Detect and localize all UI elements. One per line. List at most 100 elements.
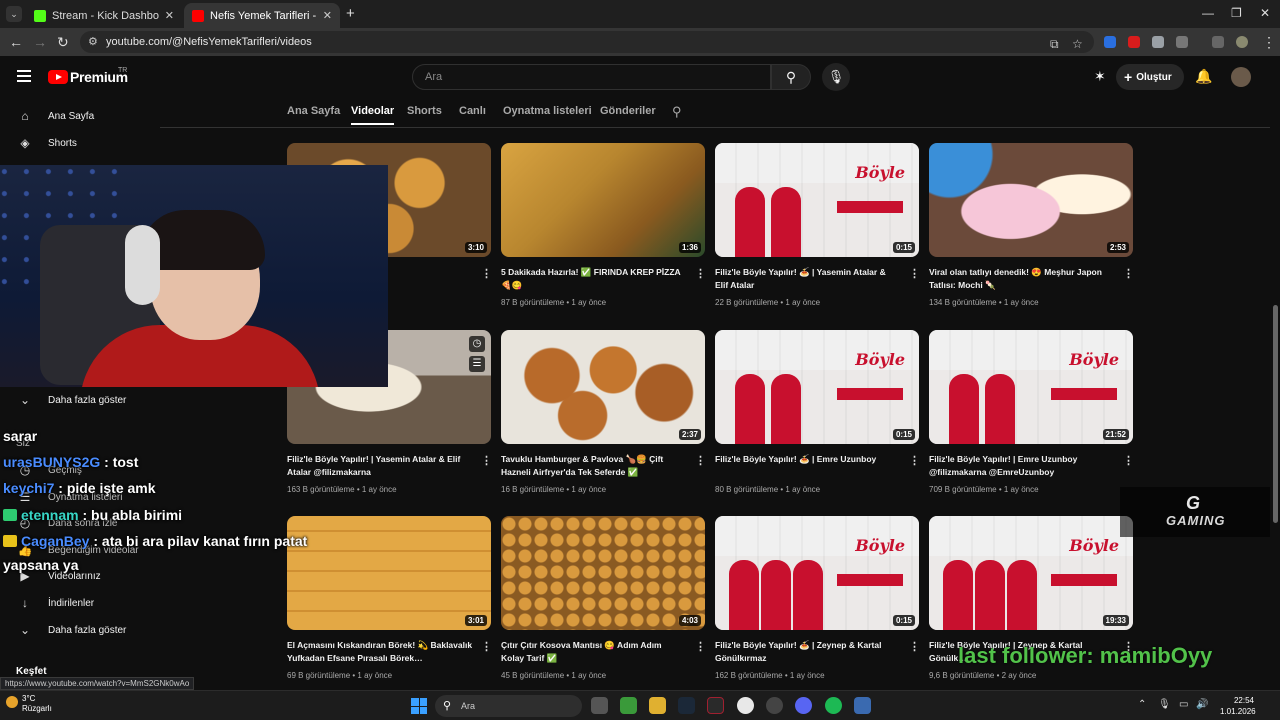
- task-view-icon[interactable]: [591, 697, 608, 714]
- restore-icon[interactable]: ❐: [1231, 6, 1242, 20]
- cast-icon[interactable]: ⧉: [1050, 37, 1059, 52]
- extension-icon[interactable]: [1104, 36, 1116, 48]
- youtube-header: Premium TR Ara ⚲ 🎙 ✶ + Oluştur 🔔: [0, 56, 1270, 100]
- more-options-icon[interactable]: ⋮: [909, 454, 920, 467]
- video-title[interactable]: Viral olan tatlıyı denedik! 😍 Meşhur Jap…: [929, 266, 1115, 292]
- create-sparkle-icon[interactable]: ✶: [1094, 68, 1106, 85]
- more-options-icon[interactable]: ⋮: [481, 267, 492, 280]
- close-tab-icon[interactable]: ✕: [323, 9, 332, 22]
- microphone-icon[interactable]: 🎙: [822, 63, 850, 91]
- more-options-icon[interactable]: ⋮: [909, 640, 920, 653]
- weather-widget[interactable]: 3°C Rüzgarlı: [6, 694, 52, 714]
- more-options-icon[interactable]: ⋮: [695, 267, 706, 280]
- tab-playlists[interactable]: Oynatma listeleri: [503, 105, 592, 117]
- create-button[interactable]: + Oluştur: [1116, 64, 1184, 90]
- sidebar-item-shorts[interactable]: ◈ Shorts: [0, 130, 155, 156]
- menu-icon[interactable]: [17, 70, 31, 82]
- video-thumbnail[interactable]: Böyle 0:15: [715, 516, 919, 630]
- app-icon[interactable]: [854, 697, 871, 714]
- video-title[interactable]: El Açmasını Kıskandıran Börek! 💫 Baklava…: [287, 639, 473, 665]
- video-title[interactable]: Çıtır Çıtır Kosova Mantısı 😋 Adım Adım K…: [501, 639, 687, 665]
- extensions-puzzle-icon[interactable]: [1176, 36, 1188, 48]
- discord-app-icon[interactable]: [795, 697, 812, 714]
- site-info-icon[interactable]: ⚙: [88, 35, 98, 48]
- plus-icon: +: [1124, 69, 1133, 85]
- minimize-icon[interactable]: —: [1202, 6, 1214, 20]
- spotify-app-icon[interactable]: [825, 697, 842, 714]
- profile-icon[interactable]: [1236, 36, 1248, 48]
- youtube-logo-icon[interactable]: [48, 70, 68, 84]
- video-title[interactable]: 5 Dakikada Hazırla! ✅ FIRINDA KREP PİZZA…: [501, 266, 687, 292]
- video-thumbnail[interactable]: Böyle 0:15: [715, 330, 919, 444]
- file-explorer-icon[interactable]: [649, 697, 666, 714]
- xbox-app-icon[interactable]: [620, 697, 637, 714]
- video-thumbnail[interactable]: 3:01: [287, 516, 491, 630]
- chrome-app-icon[interactable]: [737, 697, 754, 714]
- tab-posts[interactable]: Gönderiler: [600, 105, 656, 117]
- video-title[interactable]: Filiz'le Böyle Yapılır! | Yasemin Atalar…: [287, 453, 473, 479]
- browser-tab-youtube[interactable]: Nefis Yemek Tarifleri - YouTube ✕: [184, 3, 340, 28]
- video-thumbnail[interactable]: 4:03: [501, 516, 705, 630]
- video-title[interactable]: Filiz'le Böyle Yapılır! 🍝 | Zeynep & Kar…: [715, 639, 901, 665]
- windows-start-icon[interactable]: [411, 698, 427, 714]
- tab-videos[interactable]: Videolar: [351, 105, 395, 125]
- bookmark-star-icon[interactable]: ☆: [1072, 37, 1083, 51]
- video-title[interactable]: Filiz'le Böyle Yapılır! 🍝 | Yasemin Atal…: [715, 266, 901, 292]
- extension-icon[interactable]: [1128, 36, 1140, 48]
- tab-home[interactable]: Ana Sayfa: [287, 105, 340, 117]
- video-thumbnail[interactable]: 1:36: [501, 143, 705, 257]
- reading-list-icon[interactable]: [1212, 36, 1224, 48]
- chat-badge-icon: [3, 535, 17, 547]
- app-icon[interactable]: [766, 697, 783, 714]
- browser-tab-kick[interactable]: Stream - Kick Dashboard ✕: [26, 3, 182, 28]
- taskbar-search[interactable]: ⚲ Ara: [435, 695, 582, 717]
- tab-live[interactable]: Canlı: [459, 105, 486, 117]
- address-bar[interactable]: ⚙ youtube.com/@NefisYemekTarifleri/video…: [80, 31, 1094, 53]
- reload-icon[interactable]: ↻: [57, 34, 69, 51]
- new-tab-button[interactable]: +: [346, 5, 355, 22]
- taskbar-clock[interactable]: 22:54 1.01.2026: [1220, 695, 1256, 717]
- video-thumbnail[interactable]: 2:37: [501, 330, 705, 444]
- back-icon[interactable]: ←: [9, 34, 23, 50]
- search-input[interactable]: Ara: [412, 64, 771, 90]
- video-title[interactable]: Filiz'le Böyle Yapılır! | Emre Uzunboy @…: [929, 453, 1115, 479]
- sidebar-item-show-more[interactable]: ⌄ Daha fazla göster: [0, 387, 155, 413]
- watch-later-icon[interactable]: ◷: [469, 336, 485, 352]
- close-window-icon[interactable]: ✕: [1260, 6, 1270, 20]
- add-to-queue-icon[interactable]: ☰: [469, 356, 485, 372]
- tab-shorts[interactable]: Shorts: [407, 105, 442, 117]
- more-options-icon[interactable]: ⋮: [695, 454, 706, 467]
- video-meta: 80 B görüntüleme • 1 ay önce: [715, 485, 821, 494]
- app-icon[interactable]: [707, 697, 724, 714]
- forward-icon[interactable]: →: [33, 34, 47, 50]
- more-options-icon[interactable]: ⋮: [1123, 454, 1134, 467]
- tray-chevron-icon[interactable]: ⌃: [1138, 699, 1146, 710]
- video-thumbnail[interactable]: Böyle 19:33: [929, 516, 1133, 630]
- scrollbar-thumb[interactable]: [1273, 305, 1278, 523]
- sidebar-item-downloads[interactable]: ↓ İndirilenler: [0, 590, 155, 616]
- video-thumbnail[interactable]: Böyle 0:15: [715, 143, 919, 257]
- browser-menu-icon[interactable]: ⋮: [1262, 34, 1276, 51]
- avatar[interactable]: [1231, 67, 1251, 87]
- more-options-icon[interactable]: ⋮: [481, 640, 492, 653]
- sidebar-item-show-more-2[interactable]: ⌄ Daha fazla göster: [0, 617, 155, 643]
- video-thumbnail[interactable]: 2:53: [929, 143, 1133, 257]
- more-options-icon[interactable]: ⋮: [481, 454, 492, 467]
- search-icon[interactable]: ⚲: [771, 64, 811, 90]
- close-tab-icon[interactable]: ✕: [165, 9, 174, 22]
- steam-app-icon[interactable]: [678, 697, 695, 714]
- channel-search-icon[interactable]: ⚲: [672, 104, 682, 120]
- video-thumbnail[interactable]: Böyle 21:52: [929, 330, 1133, 444]
- more-options-icon[interactable]: ⋮: [695, 640, 706, 653]
- tab-search-button[interactable]: ⌄: [6, 6, 22, 22]
- video-title[interactable]: Tavuklu Hamburger & Pavlova 🍗🍔 Çift Hazn…: [501, 453, 687, 479]
- video-title[interactable]: Filiz'le Böyle Yapılır! 🍝 | Emre Uzunboy: [715, 453, 901, 479]
- notifications-bell-icon[interactable]: 🔔: [1195, 68, 1212, 85]
- more-options-icon[interactable]: ⋮: [909, 267, 920, 280]
- microphone-tray-icon[interactable]: 🎙: [1158, 699, 1171, 710]
- shield-icon[interactable]: [1152, 36, 1164, 48]
- sidebar-item-home[interactable]: ⌂ Ana Sayfa: [0, 103, 155, 129]
- more-options-icon[interactable]: ⋮: [1123, 267, 1134, 280]
- network-icon[interactable]: ▭: [1179, 699, 1188, 710]
- volume-icon[interactable]: 🔊: [1196, 699, 1208, 710]
